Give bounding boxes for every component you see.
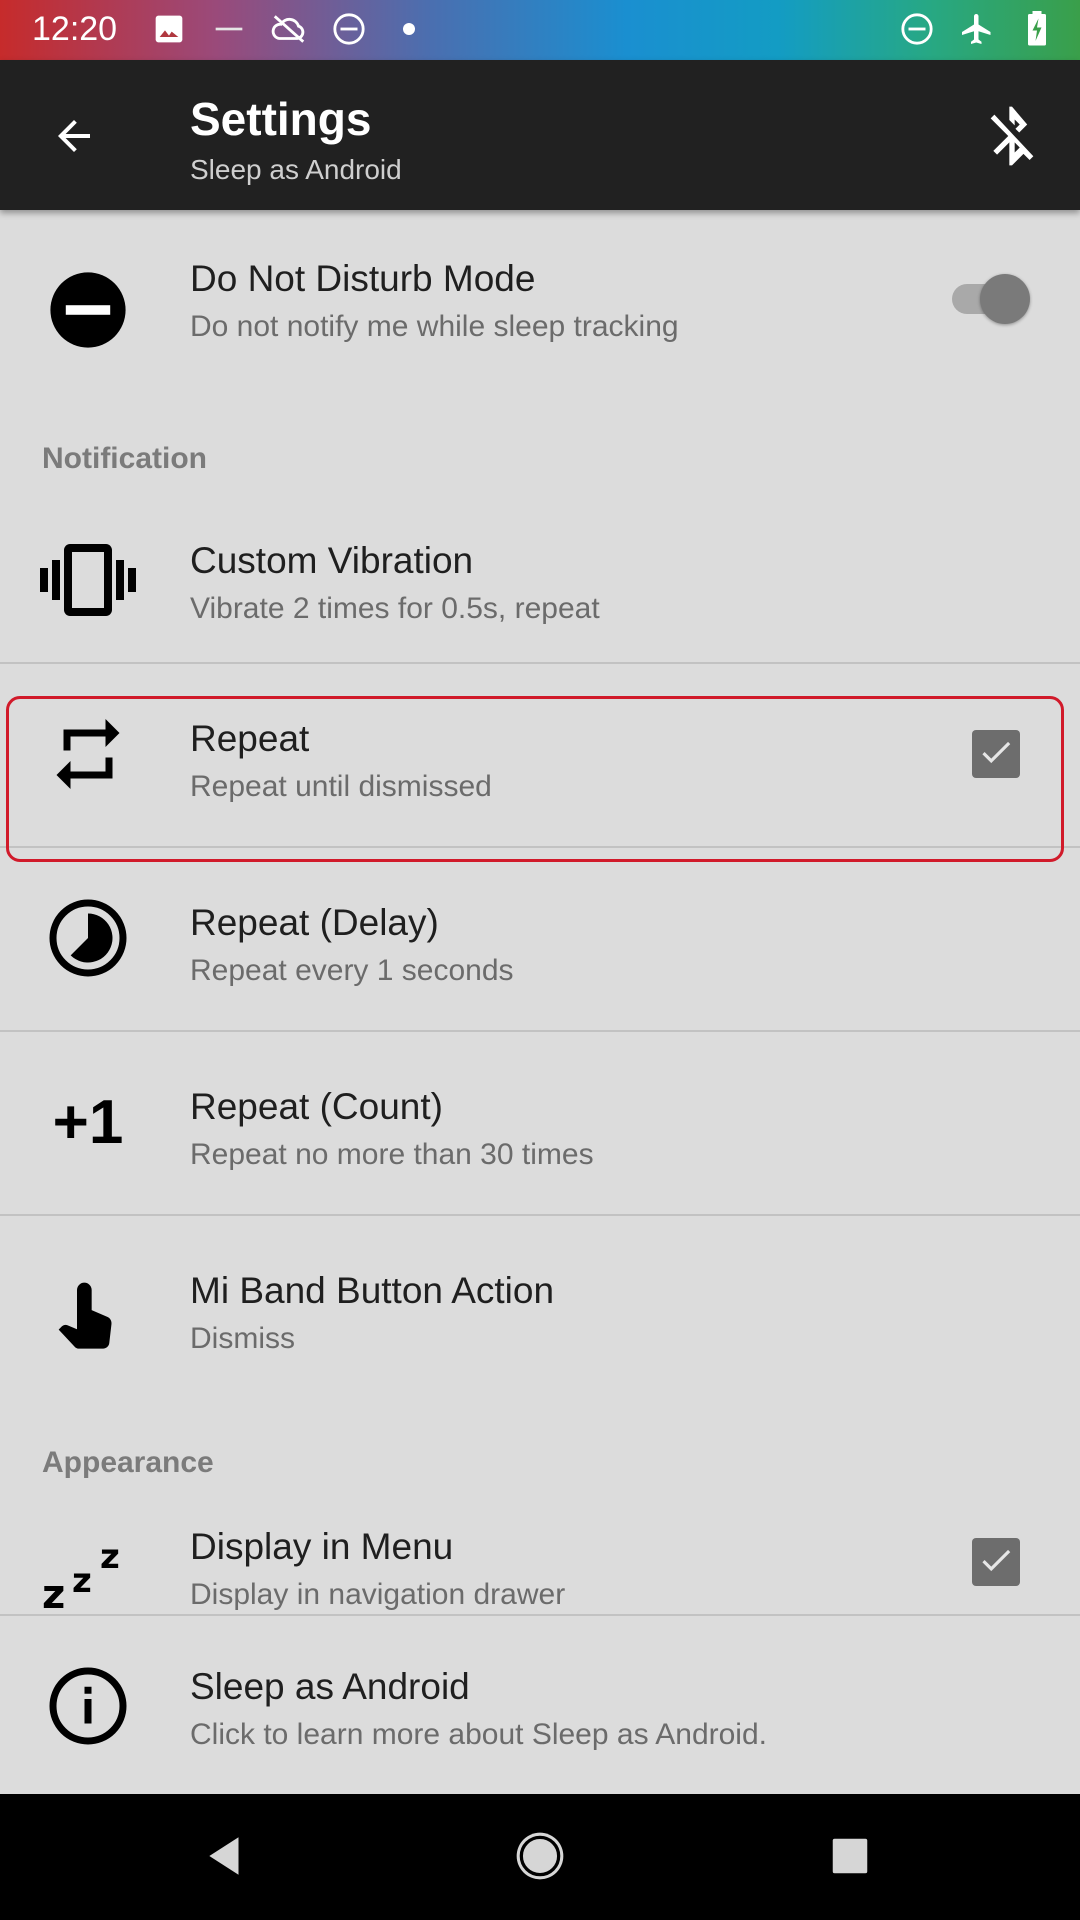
custom-vibration-title: Custom Vibration bbox=[190, 540, 474, 581]
sleep-zzz-icon: zzz bbox=[38, 1522, 138, 1614]
appearance-section-header: Appearance bbox=[42, 1446, 214, 1479]
nav-recents-button[interactable] bbox=[810, 1818, 890, 1898]
timelapse-icon bbox=[38, 888, 138, 988]
triangle-back-icon bbox=[201, 1831, 251, 1886]
toggle-thumb bbox=[980, 274, 1030, 324]
dnd-title: Do Not Disturb Mode bbox=[190, 258, 536, 299]
image-icon bbox=[150, 10, 188, 48]
mi-band-summary: Dismiss bbox=[190, 1322, 295, 1355]
repeat-count-row[interactable]: +1 Repeat (Count) Repeat no more than 30… bbox=[0, 1032, 1080, 1214]
airplane-icon bbox=[958, 10, 996, 48]
page-subtitle: Sleep as Android bbox=[190, 154, 402, 185]
display-menu-checkbox[interactable] bbox=[972, 1538, 1020, 1586]
touch-icon bbox=[38, 1262, 138, 1362]
cloud-off-icon bbox=[270, 10, 308, 48]
repeat-delay-title: Repeat (Delay) bbox=[190, 902, 439, 943]
check-icon bbox=[977, 1541, 1015, 1584]
plus-one-icon: +1 bbox=[52, 1087, 124, 1157]
vibration-icon bbox=[38, 530, 138, 630]
repeat-delay-row[interactable]: Repeat (Delay) Repeat every 1 seconds bbox=[0, 848, 1080, 1030]
repeat-count-title: Repeat (Count) bbox=[190, 1086, 443, 1127]
arrow-back-icon bbox=[50, 112, 98, 165]
square-recents-icon bbox=[827, 1833, 873, 1884]
back-button[interactable] bbox=[36, 100, 112, 176]
page-title: Settings bbox=[190, 93, 372, 145]
svg-text:z: z bbox=[42, 1572, 65, 1612]
mi-band-row[interactable]: Mi Band Button Action Dismiss bbox=[0, 1216, 1080, 1398]
about-row[interactable]: Sleep as Android Click to learn more abo… bbox=[0, 1614, 1080, 1794]
repeat-delay-summary: Repeat every 1 seconds bbox=[190, 954, 514, 987]
about-title: Sleep as Android bbox=[190, 1666, 470, 1707]
display-menu-title: Display in Menu bbox=[190, 1526, 454, 1567]
dash-icon bbox=[210, 10, 248, 48]
custom-vibration-row[interactable]: Custom Vibration Vibrate 2 times for 0.5… bbox=[0, 490, 1080, 662]
display-menu-summary: Display in navigation drawer bbox=[190, 1578, 566, 1611]
mi-band-title: Mi Band Button Action bbox=[190, 1270, 555, 1311]
info-icon bbox=[38, 1656, 138, 1756]
highlight-box bbox=[6, 696, 1064, 862]
nav-home-button[interactable] bbox=[500, 1818, 580, 1898]
bluetooth-button[interactable] bbox=[972, 98, 1052, 178]
dnd-icon bbox=[330, 10, 368, 48]
status-time: 12:20 bbox=[32, 10, 118, 48]
dnd-circle-icon bbox=[38, 260, 138, 360]
about-row-content: Sleep as Android Click to learn more abo… bbox=[0, 1616, 1080, 1796]
notification-section-header: Notification bbox=[42, 442, 207, 475]
svg-text:z: z bbox=[72, 1561, 92, 1601]
dot-icon bbox=[390, 10, 428, 48]
bluetooth-off-icon bbox=[980, 104, 1044, 173]
status-left-icons bbox=[150, 10, 428, 48]
dnd-icon bbox=[898, 10, 936, 48]
battery-icon bbox=[1018, 10, 1056, 48]
svg-text:z: z bbox=[100, 1537, 120, 1577]
navigation-bar bbox=[0, 1794, 1080, 1920]
display-menu-row[interactable]: zzz Display in Menu Display in navigatio… bbox=[0, 1500, 1080, 1614]
status-right-icons bbox=[898, 10, 1056, 48]
dnd-row[interactable]: Do Not Disturb Mode Do not notify me whi… bbox=[0, 210, 1080, 374]
dnd-toggle[interactable] bbox=[946, 270, 1030, 326]
app-bar: Settings Sleep as Android bbox=[0, 60, 1080, 210]
status-bar: 12:20 bbox=[0, 0, 1080, 60]
repeat-count-summary: Repeat no more than 30 times bbox=[190, 1138, 594, 1171]
custom-vibration-summary: Vibrate 2 times for 0.5s, repeat bbox=[190, 592, 600, 625]
dnd-summary: Do not notify me while sleep tracking bbox=[190, 310, 679, 343]
nav-back-button[interactable] bbox=[186, 1818, 266, 1898]
settings-list: Do Not Disturb Mode Do not notify me whi… bbox=[0, 210, 1080, 1614]
about-summary: Click to learn more about Sleep as Andro… bbox=[190, 1718, 767, 1751]
home-circle-icon bbox=[512, 1828, 568, 1889]
